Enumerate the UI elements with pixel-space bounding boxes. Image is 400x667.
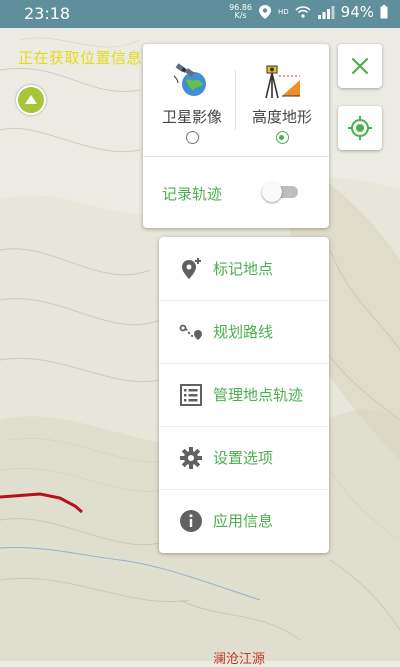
layer-label-satellite: 卫星影像 xyxy=(161,108,222,126)
wifi-icon xyxy=(295,6,311,18)
menu-label-settings: 设置选项 xyxy=(213,449,274,467)
route-icon xyxy=(179,324,202,340)
main-menu: 标记地点 规划路线 管理地点轨迹 设置选项 应用信息 xyxy=(159,237,329,553)
my-location-button[interactable] xyxy=(338,106,382,150)
menu-label-manage-tracks: 管理地点轨迹 xyxy=(213,386,304,404)
layer-radio-terrain[interactable] xyxy=(275,131,289,144)
map-place-label: 澜沧江源 xyxy=(213,652,266,667)
battery-percent: 94% xyxy=(340,3,374,21)
gear-icon xyxy=(180,447,202,469)
network-speed-unit: K/s xyxy=(234,11,247,20)
terrain-survey-icon xyxy=(265,65,300,99)
satellite-icon xyxy=(173,63,206,96)
close-icon xyxy=(351,57,369,75)
info-icon xyxy=(180,510,202,532)
map-marker-icon[interactable] xyxy=(16,85,46,115)
add-location-icon xyxy=(182,258,201,279)
record-track-label: 记录轨迹 xyxy=(162,185,223,203)
map-layer-panel: 卫星影像 高度地形 记录轨迹 xyxy=(143,44,329,228)
menu-label-app-info: 应用信息 xyxy=(213,512,274,530)
layer-label-terrain: 高度地形 xyxy=(251,108,312,126)
battery-icon xyxy=(380,5,388,19)
list-icon xyxy=(180,384,202,406)
network-speed: 96.86 K/s xyxy=(229,4,252,20)
status-icons: 96.86 K/s HD 94% xyxy=(229,3,388,21)
menu-item-settings[interactable]: 设置选项 xyxy=(159,426,329,489)
menu-item-app-info[interactable]: 应用信息 xyxy=(159,489,329,552)
status-time: 23:18 xyxy=(24,4,71,23)
location-icon xyxy=(259,5,271,19)
close-button[interactable] xyxy=(338,44,382,88)
hd-indicator: HD xyxy=(278,8,289,16)
menu-label-mark-location: 标记地点 xyxy=(213,260,274,278)
layer-option-satellite[interactable]: 卫星影像 xyxy=(146,62,238,144)
record-track-toggle[interactable] xyxy=(262,182,298,202)
layer-panel-divider xyxy=(143,156,329,157)
menu-label-plan-route: 规划路线 xyxy=(213,323,274,341)
menu-item-mark-location[interactable]: 标记地点 xyxy=(159,237,329,300)
layer-option-terrain[interactable]: 高度地形 xyxy=(236,62,328,144)
menu-item-plan-route[interactable]: 规划路线 xyxy=(159,300,329,363)
status-bar: 23:18 96.86 K/s HD 94% xyxy=(0,0,400,28)
locating-status-text: 正在获取位置信息 xyxy=(18,49,143,67)
layer-radio-satellite[interactable] xyxy=(185,131,199,144)
crosshair-icon xyxy=(348,116,372,140)
menu-item-manage-tracks[interactable]: 管理地点轨迹 xyxy=(159,363,329,426)
signal-icon xyxy=(317,5,335,19)
